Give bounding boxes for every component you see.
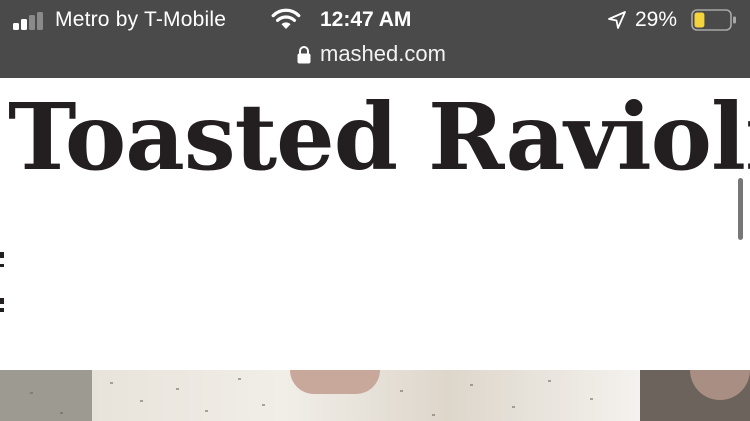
signal-bars-icon bbox=[13, 12, 47, 30]
url-domain[interactable]: mashed.com bbox=[320, 41, 446, 67]
scrollbar[interactable] bbox=[738, 178, 743, 240]
status-bar: Metro by T-Mobile 12:47 AM 29% bbox=[0, 0, 750, 40]
left-margin-mark bbox=[0, 252, 4, 258]
lock-icon bbox=[297, 46, 311, 64]
battery-percentage: 29% bbox=[635, 8, 678, 31]
wifi-icon bbox=[271, 8, 301, 29]
article-title: Toasted Ravioli bbox=[8, 83, 750, 191]
carrier-name: Metro by T-Mobile bbox=[55, 8, 227, 31]
left-margin-mark bbox=[0, 298, 4, 304]
battery-icon bbox=[691, 9, 736, 31]
clock: 12:47 AM bbox=[320, 8, 412, 31]
browser-chrome: Metro by T-Mobile 12:47 AM 29% mashed.co… bbox=[0, 0, 750, 78]
left-margin-mark bbox=[0, 308, 4, 312]
address-bar[interactable]: mashed.com bbox=[0, 40, 750, 74]
left-margin-mark bbox=[0, 264, 4, 267]
location-arrow-icon bbox=[608, 11, 626, 29]
page-content: Toasted Ravioli bbox=[0, 78, 750, 421]
hero-image bbox=[0, 370, 750, 421]
